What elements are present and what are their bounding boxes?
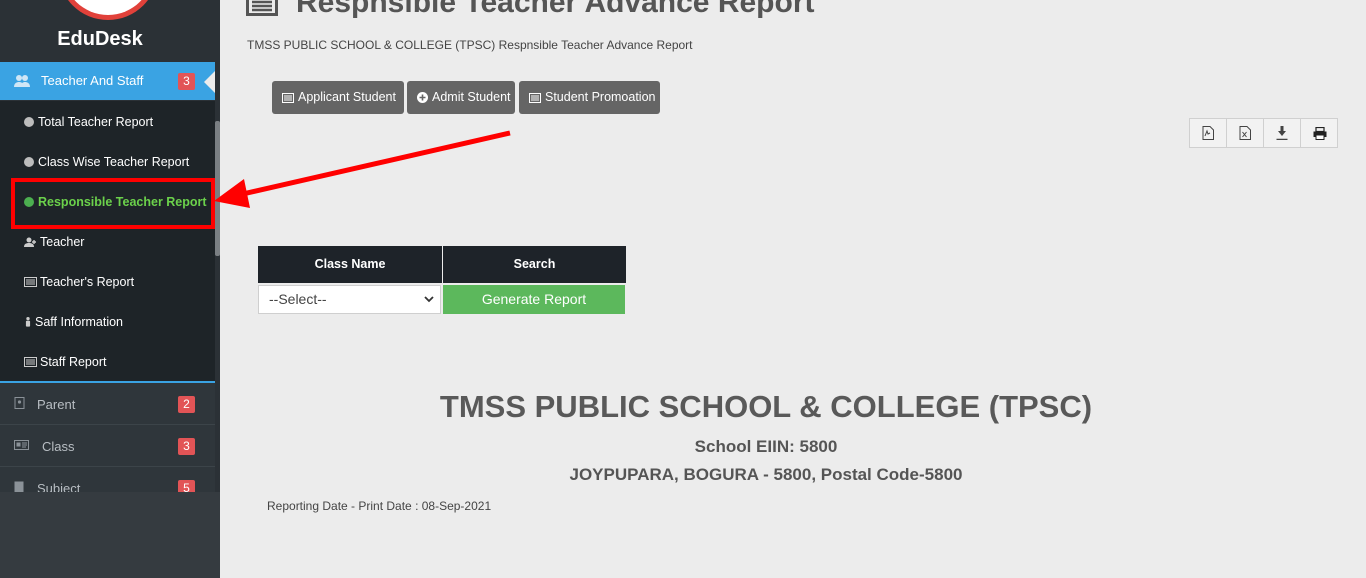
admit-student-button[interactable]: Admit Student — [407, 81, 515, 114]
student-promotion-button[interactable]: Student Promoation — [519, 81, 660, 114]
sidebar-item-label: Teacher — [40, 235, 85, 249]
sidebar-item-label: Total Teacher Report — [38, 115, 154, 129]
class-name-select[interactable]: --Select-- — [258, 285, 441, 314]
sidebar-item-teachers-report[interactable]: Teacher's Report — [24, 272, 134, 292]
list-icon — [282, 93, 294, 103]
menu-label: Teacher And Staff — [41, 73, 144, 88]
sidebar-item-label: Saff Information — [35, 315, 124, 329]
export-pdf-button[interactable] — [1190, 119, 1227, 147]
list-icon — [246, 0, 278, 16]
users-icon — [14, 75, 30, 87]
menu-teacher-and-staff[interactable]: Teacher And Staff 3 — [0, 62, 215, 100]
submenu: Total Teacher Report Class Wise Teacher … — [0, 101, 215, 381]
logo — [58, 0, 158, 20]
circle-icon — [24, 117, 34, 127]
chevron-down-icon — [424, 296, 434, 303]
download-button[interactable] — [1264, 119, 1301, 147]
sidebar-item-class-wise-teacher-report[interactable]: Class Wise Teacher Report — [24, 152, 189, 172]
download-icon — [1276, 126, 1288, 140]
count-badge: 3 — [178, 73, 195, 90]
school-eiin: School EIIN: 5800 — [694, 437, 838, 456]
column-header-class-name: Class Name — [258, 246, 442, 283]
sidebar-item-label: Staff Report — [40, 355, 107, 369]
button-label: Applicant Student — [298, 90, 396, 104]
print-icon — [1313, 126, 1326, 140]
plus-circle-icon — [417, 92, 428, 103]
sidebar-item-total-teacher-report[interactable]: Total Teacher Report — [24, 112, 153, 132]
sidebar-item-label: Teacher's Report — [40, 275, 135, 289]
list-icon — [24, 277, 37, 287]
brand-name: EduDesk — [57, 28, 143, 50]
page-title: Respnsible Teacher Advance Report — [296, 0, 815, 19]
excel-icon — [1239, 126, 1251, 140]
generate-report-button[interactable]: Generate Report — [443, 285, 625, 314]
school-name: TMSS PUBLIC SCHOOL & COLLEGE (TPSC) — [439, 389, 1093, 424]
annotation-highlight — [11, 178, 215, 229]
reporting-date: Reporting Date - Print Date : 08-Sep-202… — [267, 499, 492, 513]
sidebar-item-teacher[interactable]: Teacher — [24, 232, 84, 252]
applicant-student-button[interactable]: Applicant Student — [272, 81, 404, 114]
export-excel-button[interactable] — [1227, 119, 1264, 147]
print-button[interactable] — [1301, 119, 1338, 147]
list-icon — [529, 93, 541, 103]
breadcrumb: TMSS PUBLIC SCHOOL & COLLEGE (TPSC) Resp… — [247, 38, 693, 52]
sidebar-footer — [0, 492, 220, 578]
button-label: Student Promoation — [545, 90, 656, 104]
circle-icon — [24, 157, 34, 167]
select-value: --Select-- — [269, 291, 327, 307]
annotation-arrow — [214, 130, 511, 208]
sidebar-item-staff-report[interactable]: Staff Report — [24, 352, 106, 372]
export-toolbar — [1189, 118, 1338, 148]
sidebar-item-saff-information[interactable]: Saff Information — [24, 312, 123, 332]
column-header-search: Search — [443, 246, 626, 283]
sidebar: EduDesk Teacher And Staff 3 Total Teache… — [0, 0, 220, 578]
list-icon — [24, 357, 37, 367]
pdf-icon — [1202, 126, 1214, 140]
school-address: JOYPUPARA, BOGURA - 5800, Postal Code-58… — [569, 465, 963, 484]
sidebar-item-label: Class Wise Teacher Report — [38, 155, 190, 169]
user-plus-icon — [24, 237, 36, 247]
active-caret — [204, 71, 215, 93]
person-icon — [25, 317, 31, 327]
button-label: Admit Student — [432, 90, 511, 104]
